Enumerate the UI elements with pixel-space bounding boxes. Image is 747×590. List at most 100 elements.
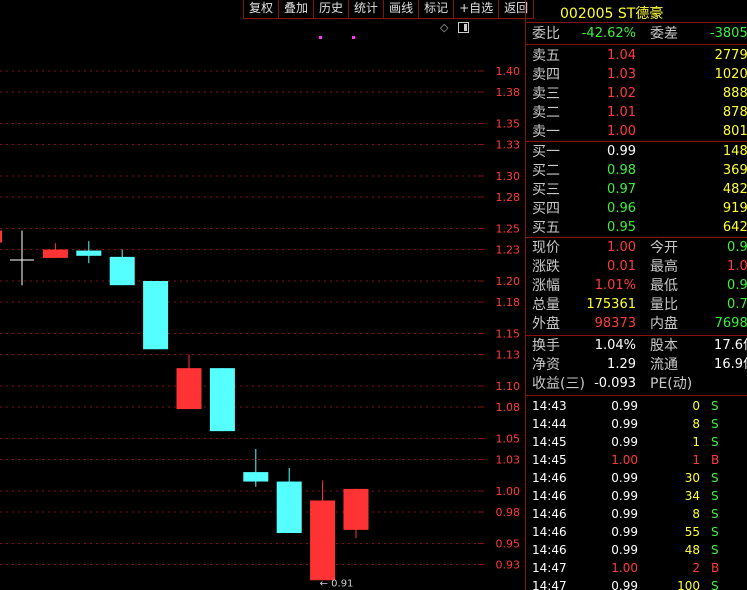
tick-time: 14:47 bbox=[532, 561, 567, 575]
bid-price: 0.98 bbox=[607, 163, 636, 178]
tick-row[interactable]: 14:46 0.99 48 S bbox=[526, 541, 747, 559]
tick-row[interactable]: 14:45 0.99 1 S bbox=[526, 433, 747, 451]
candle-body bbox=[0, 230, 2, 243]
toolbar-button-5[interactable]: 标记 bbox=[419, 0, 455, 19]
fund-label: 换手 bbox=[532, 338, 560, 354]
tick-time: 14:46 bbox=[532, 489, 567, 503]
bid-label: 买二 bbox=[532, 163, 560, 179]
tick-volume: 8 bbox=[692, 417, 700, 431]
candle-body bbox=[209, 368, 235, 432]
stat-label: 总量 bbox=[532, 297, 560, 313]
fundamental-row: 收益(三)-0.093PE(动)- bbox=[526, 375, 747, 393]
toolbar-button-6[interactable]: +自选 bbox=[454, 0, 500, 19]
quote-panel: 002005 ST德豪委比-42.62%委差-38050卖五1.0427791卖… bbox=[526, 0, 747, 590]
diamond-icon[interactable]: ◇ bbox=[440, 21, 448, 34]
y-tick-label: 1.03 bbox=[496, 454, 521, 467]
bid-price: 0.95 bbox=[607, 220, 636, 235]
bid-volume: 6425 bbox=[722, 220, 747, 235]
y-tick-label: 1.05 bbox=[496, 433, 521, 446]
y-tick-label: 1.38 bbox=[496, 86, 521, 99]
quote-stat-row: 外盘 98373 内盘 76988 bbox=[526, 315, 747, 333]
section-divider bbox=[526, 237, 747, 238]
fund-value: - bbox=[686, 375, 747, 393]
stat-value: 175361 bbox=[586, 297, 636, 312]
signal-dot bbox=[352, 36, 355, 39]
tick-time: 14:45 bbox=[532, 453, 567, 467]
ask-volume: 8010 bbox=[722, 124, 747, 139]
tick-volume: 100 bbox=[677, 579, 700, 590]
order-ratio-row: 委比-42.62%委差-38050 bbox=[526, 25, 747, 43]
ask-volume: 10209 bbox=[714, 67, 747, 82]
tick-row[interactable]: 14:45 1.00 1 B bbox=[526, 451, 747, 469]
bid-row: 买五 0.95 6425 bbox=[526, 219, 747, 237]
bid-row: 买四 0.96 9194 bbox=[526, 200, 747, 218]
toolbar-button-3[interactable]: 统计 bbox=[349, 0, 385, 19]
tick-time: 14:46 bbox=[532, 471, 567, 485]
signal-dot bbox=[319, 36, 322, 39]
weibi-value: -42.62% bbox=[581, 26, 636, 41]
tick-price: 0.99 bbox=[611, 399, 638, 413]
bid-price: 0.99 bbox=[607, 144, 636, 159]
stat-label: 量比 bbox=[650, 297, 678, 313]
y-tick-label: 1.40 bbox=[496, 65, 521, 78]
tick-time: 14:46 bbox=[532, 525, 567, 539]
ask-row: 卖二 1.01 8787 bbox=[526, 104, 747, 122]
tick-row[interactable]: 14:46 0.99 30 S bbox=[526, 469, 747, 487]
fund-label: 流通 bbox=[650, 357, 678, 373]
tick-volume: 48 bbox=[684, 543, 700, 557]
y-tick-label: 0.98 bbox=[496, 506, 521, 519]
tick-row[interactable]: 14:47 1.00 2 B bbox=[526, 559, 747, 577]
tick-price: 0.99 bbox=[611, 417, 638, 431]
stat-label: 今开 bbox=[650, 240, 678, 256]
tick-side: B bbox=[711, 561, 720, 575]
tick-volume: 1 bbox=[692, 453, 700, 467]
stock-code-name: 002005 ST德豪 bbox=[560, 6, 664, 22]
y-tick-label: 1.18 bbox=[496, 296, 521, 309]
toolbar-button-2[interactable]: 历史 bbox=[314, 0, 350, 19]
fund-label: 股本 bbox=[650, 338, 678, 354]
y-tick-label: 1.30 bbox=[496, 170, 521, 183]
bid-row: 买二 0.98 3694 bbox=[526, 162, 747, 180]
stat-value: 0.95 bbox=[727, 278, 747, 293]
tick-row[interactable]: 14:46 0.99 55 S bbox=[526, 523, 747, 541]
toolbar-button-4[interactable]: 画线 bbox=[384, 0, 420, 19]
window-toggle-icon[interactable] bbox=[458, 22, 469, 33]
candle-body bbox=[343, 488, 369, 530]
tick-time: 14:46 bbox=[532, 507, 567, 521]
kline-chart[interactable]: 1.40 1.38 1.35 1.33 1.30 1.28 1.25 1.23 1.20 1.18… bbox=[0, 0, 526, 590]
weicha-label: 委差 bbox=[650, 26, 678, 42]
tick-price: 0.99 bbox=[611, 471, 638, 485]
tick-row[interactable]: 14:44 0.99 8 S bbox=[526, 415, 747, 433]
fund-label: 净资 bbox=[532, 357, 560, 373]
fund-value: 1.04% bbox=[594, 338, 636, 353]
bid-label: 买四 bbox=[532, 201, 560, 217]
tick-price: 1.00 bbox=[611, 561, 638, 575]
tick-volume: 30 bbox=[684, 471, 700, 485]
tick-price: 1.00 bbox=[611, 453, 638, 467]
toolbar-button-1[interactable]: 叠加 bbox=[279, 0, 315, 19]
section-divider bbox=[526, 395, 747, 396]
tick-time: 14:43 bbox=[532, 399, 567, 413]
tick-side: S bbox=[711, 525, 719, 539]
tick-row[interactable]: 14:43 0.99 0 S bbox=[526, 397, 747, 415]
tick-price: 0.99 bbox=[611, 543, 638, 557]
section-divider bbox=[526, 44, 747, 45]
tick-row[interactable]: 14:47 0.99 100 S bbox=[526, 577, 747, 590]
tick-row[interactable]: 14:46 0.99 8 S bbox=[526, 505, 747, 523]
stat-label: 涨跌 bbox=[532, 259, 560, 275]
fund-value: 16.9亿 bbox=[714, 357, 747, 372]
tick-row[interactable]: 14:46 0.99 34 S bbox=[526, 487, 747, 505]
stat-label: 内盘 bbox=[650, 316, 678, 332]
ask-volume: 27791 bbox=[714, 48, 747, 63]
bid-label: 买一 bbox=[532, 144, 560, 160]
ask-price: 1.01 bbox=[607, 105, 636, 120]
tick-time: 14:45 bbox=[532, 435, 567, 449]
fundamental-row: 净资 1.29 流通 16.9亿 bbox=[526, 356, 747, 374]
tick-price: 0.99 bbox=[611, 525, 638, 539]
fund-value: -0.093 bbox=[594, 376, 636, 391]
candle-body bbox=[176, 368, 202, 410]
quote-stat-row: 涨幅 1.01% 最低 0.95 bbox=[526, 277, 747, 295]
toolbar-button-0[interactable]: 复权 bbox=[244, 0, 280, 19]
ask-label: 卖五 bbox=[532, 48, 560, 64]
candle-body bbox=[276, 481, 302, 533]
